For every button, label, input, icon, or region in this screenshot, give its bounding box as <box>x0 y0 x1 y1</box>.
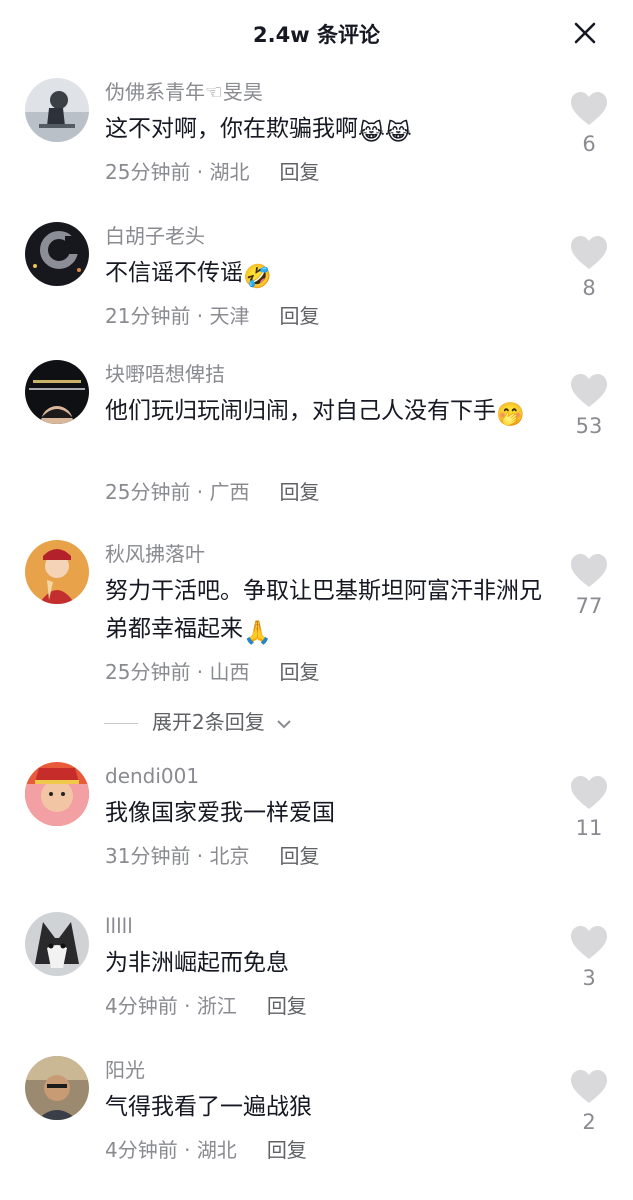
avatar[interactable] <box>25 762 89 826</box>
comment-emoji: 🙏 <box>243 620 272 646</box>
comment-text: 气得我看了一遍战狼 <box>105 1094 312 1120</box>
comment-location: 湖北 <box>209 160 250 184</box>
comment-text: 我像国家爱我一样爱国 <box>105 800 335 826</box>
comment-time: 4分钟前 <box>105 994 178 1018</box>
comment-time: 25分钟前 <box>105 160 191 184</box>
heart-icon <box>571 554 607 587</box>
comment-username[interactable]: 伪佛系青年☜旻昊 <box>105 78 263 106</box>
comment-text: 努力干活吧。争取让巴基斯坦阿富汗非洲兄弟都幸福起来🙏 <box>105 572 545 652</box>
comment-text: 他们玩归玩闹归闹，对自己人没有下手🤭 <box>105 392 545 434</box>
avatar[interactable] <box>25 78 89 142</box>
comment-time: 25分钟前 <box>105 660 191 684</box>
avatar[interactable] <box>25 1056 89 1120</box>
comment-location: 浙江 <box>196 994 237 1018</box>
like-count: 53 <box>575 414 603 438</box>
like-count: 8 <box>582 276 596 300</box>
avatar[interactable] <box>25 222 89 286</box>
comment-location: 北京 <box>209 844 250 868</box>
like-count: 2 <box>582 1110 596 1134</box>
avatar[interactable] <box>25 540 89 604</box>
comments-header: 2.4w 条评论 <box>0 0 633 66</box>
like-button[interactable]: 8 <box>568 236 610 300</box>
comment-text: 不信谣不传谣🤣 <box>105 254 545 296</box>
comment-emoji: 😹😹 <box>358 120 412 146</box>
comment-emoji: 🤭 <box>496 402 525 428</box>
like-button[interactable]: 3 <box>568 926 610 990</box>
like-button[interactable]: 2 <box>568 1070 610 1134</box>
comment-emoji: 🤣 <box>243 264 272 290</box>
comment-time: 4分钟前 <box>105 1138 178 1162</box>
expand-divider <box>104 723 138 724</box>
comment-location: 广西 <box>209 480 250 504</box>
heart-icon <box>571 1070 607 1103</box>
comment-meta: 25分钟前 · 广西 回复 <box>105 480 320 504</box>
close-button[interactable] <box>570 18 600 48</box>
comment-meta: 31分钟前 · 北京 回复 <box>105 844 320 868</box>
reply-button[interactable]: 回复 <box>267 994 307 1018</box>
comment-location: 湖北 <box>196 1138 237 1162</box>
comment-location: 山西 <box>209 660 250 684</box>
close-icon <box>574 22 596 44</box>
heart-icon <box>571 236 607 269</box>
chevron-down-icon <box>277 719 291 728</box>
reply-button[interactable]: 回复 <box>280 480 320 504</box>
expand-replies-label: 展开2条回复 <box>152 710 265 734</box>
avatar[interactable] <box>25 360 89 424</box>
comment-meta: 25分钟前 · 山西 回复 <box>105 660 320 684</box>
comment-time: 21分钟前 <box>105 304 191 328</box>
reply-button[interactable]: 回复 <box>280 844 320 868</box>
expand-replies-button[interactable]: 展开2条回复 <box>104 706 293 735</box>
comment-meta: 4分钟前 · 浙江 回复 <box>105 994 307 1018</box>
comment-text: 这不对啊，你在欺骗我啊😹😹 <box>105 110 545 152</box>
reply-button[interactable]: 回复 <box>280 660 320 684</box>
comment-username[interactable]: dendi001 <box>105 762 199 790</box>
reply-button[interactable]: 回复 <box>280 160 320 184</box>
heart-icon <box>571 776 607 809</box>
comment-username[interactable]: 秋风拂落叶 <box>105 540 205 568</box>
comment-username[interactable]: 块嘢唔想俾拮 <box>105 360 225 388</box>
comment-text: 为非洲崛起而免息 <box>105 950 289 976</box>
reply-button[interactable]: 回复 <box>267 1138 307 1162</box>
comment-meta: 25分钟前 · 湖北 回复 <box>105 160 320 184</box>
comment-username[interactable]: 白胡子老头 <box>105 222 205 250</box>
comment-username[interactable]: 阳光 <box>105 1056 145 1084</box>
comment-count-title: 2.4w 条评论 <box>253 23 380 47</box>
reply-button[interactable]: 回复 <box>280 304 320 328</box>
like-count: 3 <box>582 966 596 990</box>
like-count: 11 <box>575 816 603 840</box>
comment-meta: 21分钟前 · 天津 回复 <box>105 304 320 328</box>
comment-username[interactable]: lllll <box>105 912 133 940</box>
comment-time: 25分钟前 <box>105 480 191 504</box>
like-count: 77 <box>575 594 603 618</box>
comment-meta: 4分钟前 · 湖北 回复 <box>105 1138 307 1162</box>
like-button[interactable]: 77 <box>568 554 610 618</box>
comment-location: 天津 <box>209 304 250 328</box>
like-button[interactable]: 53 <box>568 374 610 438</box>
like-button[interactable]: 11 <box>568 776 610 840</box>
heart-icon <box>571 926 607 959</box>
heart-icon <box>571 92 607 125</box>
like-count: 6 <box>582 132 596 156</box>
avatar[interactable] <box>25 912 89 976</box>
comment-time: 31分钟前 <box>105 844 191 868</box>
like-button[interactable]: 6 <box>568 92 610 156</box>
heart-icon <box>571 374 607 407</box>
